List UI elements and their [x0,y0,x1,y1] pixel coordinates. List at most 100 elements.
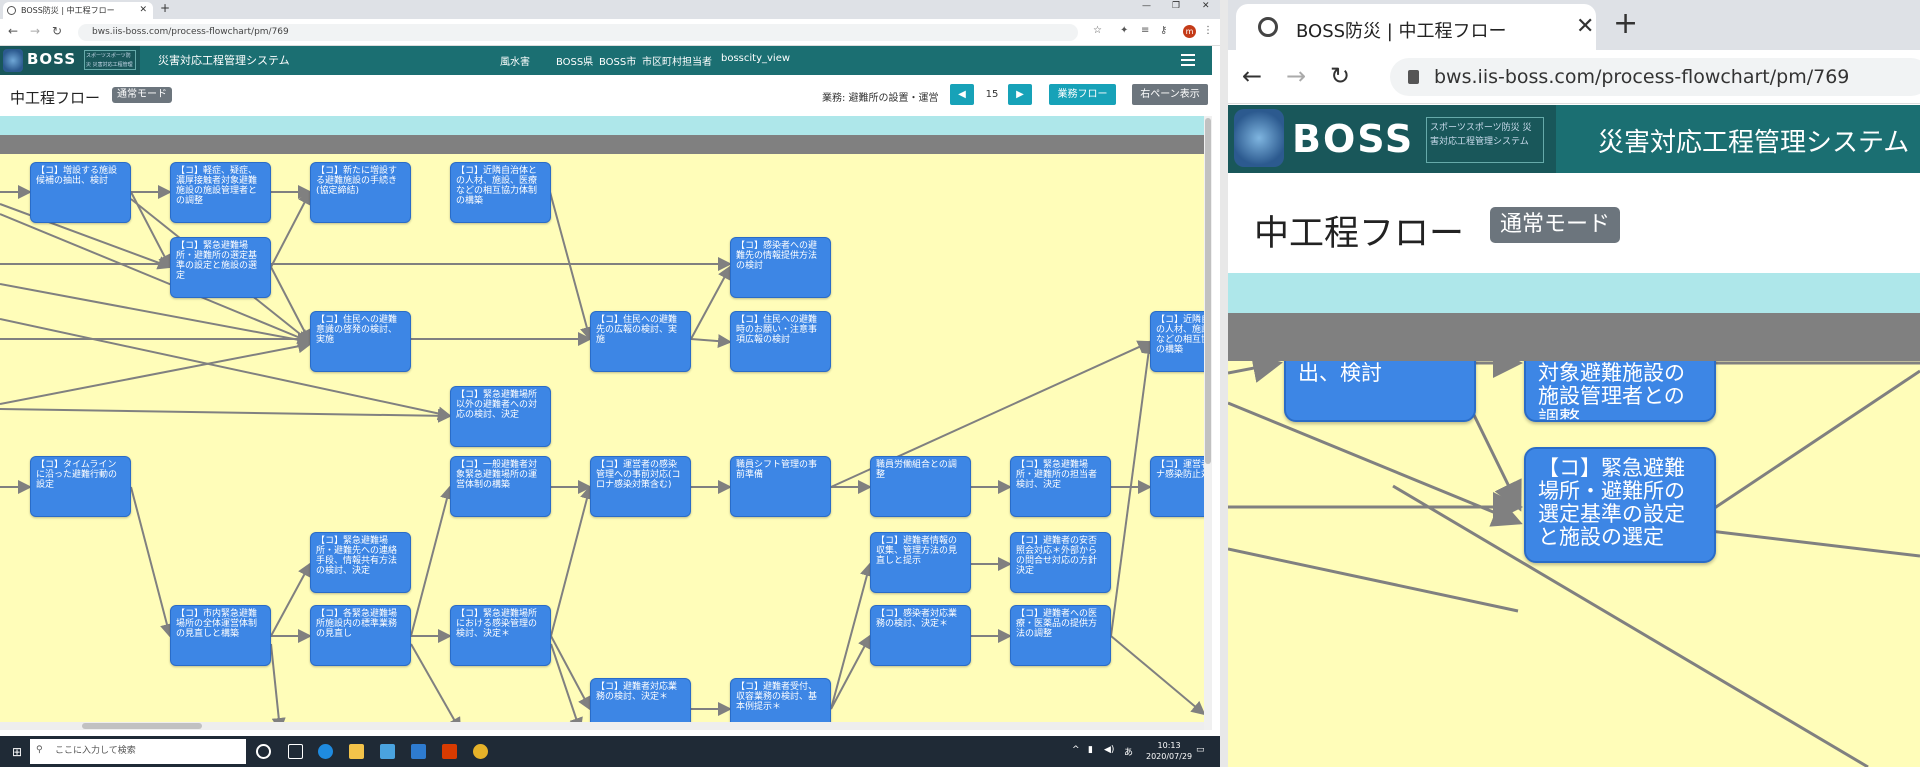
back-icon[interactable]: ← [1242,62,1262,90]
flow-node[interactable]: 【コ】各緊急避難場所施設内の標準業務の見直し [310,605,411,666]
taskbar-search-input[interactable]: ここに入力して検索 [30,739,246,764]
flow-node[interactable]: 【コ】市内緊急避難場所の全体運営体制の見直しと構築 [170,605,271,666]
clock-date: 2020/07/29 [1146,752,1193,761]
zoom-flowchart-canvas[interactable]: 【コ】増設する施設候補の抽出、検討 【コ】軽症、疑症、濃厚接触者対象避難施設の施… [1228,361,1920,767]
close-window-icon[interactable]: ✕ [1202,1,1210,11]
windows-start-icon[interactable]: ⊞ [12,745,25,759]
store-icon[interactable] [380,744,395,759]
taskbar-clock[interactable]: 10:13 2020/07/29 [1146,740,1192,762]
globe-icon [7,6,16,15]
task-view-icon[interactable] [288,744,303,759]
flow-node[interactable]: 職員労働組合との調整 [870,456,971,517]
logo-subtitle: スポーツスポーツ防災 災害対応工程管理システム [84,50,136,70]
flow-node[interactable]: 【コ】増設する施設候補の抽出、検討 [30,162,131,223]
horizontal-scroll-thumb[interactable] [82,723,202,729]
flow-node[interactable]: 【コ】緊急避難場所・避難先への連絡手段、情報共有方法の検討、決定 [310,532,411,593]
url-field[interactable]: bws.iis-boss.com/process-flowchart/pm/76… [78,24,1078,41]
forward-icon[interactable]: → [1286,62,1306,90]
disaster-type: 風水害 [500,57,530,68]
maximize-icon[interactable]: ❐ [1172,1,1180,11]
zoom-app-header: BOSS スポーツスポーツ防災 災害対応工程管理システム 災害対応工程管理システ… [1228,105,1920,173]
flow-node[interactable]: 【コ】軽症、疑症、濃厚接触者対象避難施設の施設管理者との調整 [170,162,271,223]
playlist-icon[interactable]: ≡ [1141,25,1149,36]
tray-chevron-icon[interactable]: ^ [1072,745,1080,755]
extension-icon[interactable]: ✦ [1120,25,1128,36]
zoom-browser-tab[interactable]: BOSS防災 | 中工程フロー ✕ [1236,4,1596,50]
app-header: BOSS スポーツスポーツ防災 災害対応工程管理システム 災害対応工程管理システ… [0,46,1212,75]
zoom-mode-badge: 通常モード [1490,207,1621,243]
forward-icon[interactable]: → [30,24,40,38]
hamburger-menu-icon[interactable] [1181,54,1195,56]
network-icon[interactable]: ▮ [1088,745,1093,755]
zoom-url-field[interactable]: bws.iis-boss.com/process-flowchart/pm/76… [1390,58,1920,96]
prev-page-button[interactable]: ◀ [950,84,974,105]
flow-node[interactable]: 【コ】住民への避難時のお願い・注意事項広報の検討 [730,311,831,372]
flow-node[interactable]: 【コ】避難者への医療・医薬品の提供方法の調整 [1010,605,1111,666]
vertical-scroll-thumb[interactable] [1205,118,1211,464]
mail-icon[interactable] [411,744,426,759]
browser-tab[interactable]: BOSS防災 | 中工程フロー ✕ [3,2,153,19]
back-icon[interactable]: ← [8,24,18,38]
cortana-icon[interactable] [256,744,271,759]
edge-icon[interactable] [318,744,333,759]
close-tab-icon[interactable]: ✕ [1576,14,1594,39]
flow-node[interactable]: 【コ】感染者への避難先の情報提供方法の検討 [730,237,831,298]
emblem-icon [1234,109,1284,167]
file-explorer-icon[interactable] [349,744,364,759]
mode-badge: 通常モード [112,87,172,103]
flow-node[interactable]: 【コ】運営者のコロナ感染防止対策 [1150,456,1204,517]
chrome-icon[interactable] [473,744,488,759]
new-tab-icon[interactable]: + [1613,6,1638,41]
flow-node[interactable]: 【コ】避難者情報の収集、管理方法の見直しと提示 [870,532,971,593]
flow-node[interactable]: 【コ】緊急避難場所における感染管理の検討、決定＊ [450,605,551,666]
reload-icon[interactable]: ↻ [52,24,62,38]
menu-dots-icon[interactable]: ⋮ [1203,25,1213,36]
left-browser-window: BOSS防災 | 中工程フロー ✕ + — ❐ ✕ ← → ↻ bws.iis-… [0,0,1220,767]
flow-node[interactable]: 【コ】近隣自治体との人材、施設、医療などの相互協力体制の構築 [450,162,551,223]
windows-taskbar: ⊞ ここに入力して検索 ⚲ ^ ▮ ◀) あ 10:13 2020/07/29 … [0,736,1220,767]
close-tab-icon[interactable]: ✕ [139,2,147,19]
flow-node[interactable]: 【コ】タイムラインに沿った避難行動の設定 [30,456,131,517]
reload-icon[interactable]: ↻ [1330,62,1350,90]
prefecture: BOSS県 [556,57,594,68]
zoom-page-title: 中工程フロー [1254,214,1465,254]
flow-node[interactable]: 【コ】住民への避難先の広報の検討、実施 [590,311,691,372]
flow-node[interactable]: 職員シフト管理の事前準備 [730,456,831,517]
flow-node[interactable]: 【コ】緊急避難場所以外の避難者への対応の検討、決定 [450,386,551,447]
key-icon[interactable]: ⚷ [1160,25,1167,36]
user-name: bosscity_view [721,53,791,64]
flow-node[interactable]: 【コ】新たに増設する避難施設の手続き(協定締結) [310,162,411,223]
tab-title: BOSS防災 | 中工程フロー [21,6,115,15]
flow-node[interactable]: 【コ】住民への避難意識の啓発の検討、実施 [310,311,411,372]
page-number: 15 [985,89,999,100]
user-role: 市区町村担当者 [642,57,712,68]
flow-node[interactable]: 【コ】感染者対応業務の検討、決定＊ [870,605,971,666]
office-icon[interactable] [442,744,457,759]
next-page-button[interactable]: ▶ [1008,84,1032,105]
system-name: 災害対応工程管理システム [158,54,290,67]
flow-node[interactable]: 【コ】一般避難者対象緊急避難場所の運営体制の構築 [450,456,551,517]
flow-node[interactable]: 【コ】運営者の感染管理への事前対応(コロナ感染対策含む) [590,456,691,517]
avatar[interactable]: m [1183,25,1196,38]
zoom-flow-node[interactable]: 【コ】緊急避難場所・避難所の選定基準の設定と施設の選定 [1524,447,1716,563]
star-icon[interactable]: ☆ [1093,25,1102,36]
business-label: 業務: 避難所の設置・運営 [822,93,939,104]
logo[interactable]: BOSS スポーツスポーツ防災 災害対応工程管理システム [0,46,140,75]
notification-icon[interactable]: ▭ [1196,745,1205,755]
zoom-titlebar: 中工程フロー 通常モード [1228,173,1920,273]
speaker-icon[interactable]: ◀) [1104,745,1114,755]
flow-node[interactable]: 【コ】近隣自治体との人材、施設、医療などの相互協力体制の構築 [1150,311,1204,372]
new-tab-icon[interactable]: + [160,1,170,15]
flowchart-canvas[interactable]: 【コ】増設する施設候補の抽出、検討 【コ】軽症、疑症、濃厚接触者対象避難施設の施… [0,154,1204,730]
flow-node[interactable]: 【コ】緊急避難場所・避難所の選定基準の設定と施設の選定 [170,237,271,298]
right-pane-button[interactable]: 右ペーン表示 [1132,84,1208,105]
minimize-icon[interactable]: — [1142,1,1151,11]
zoom-flow-node[interactable]: 【コ】増設する施設候補の抽出、検討 [1284,361,1476,422]
zoom-flow-node[interactable]: 【コ】軽症、疑症、濃厚接触者対象避難施設の施設管理者との調整 [1524,361,1716,422]
zoom-logo[interactable]: BOSS スポーツスポーツ防災 災害対応工程管理システム [1228,105,1556,173]
flow-node[interactable]: 【コ】避難者の安否照会対応＊外部からの問合せ対応の方針決定 [1010,532,1111,593]
business-flow-button[interactable]: 業務フロー [1049,84,1116,105]
ime-icon[interactable]: あ [1124,745,1133,758]
flow-node[interactable]: 【コ】緊急避難場所・避難所の担当者検討、決定 [1010,456,1111,517]
screen-divider [1220,0,1228,767]
